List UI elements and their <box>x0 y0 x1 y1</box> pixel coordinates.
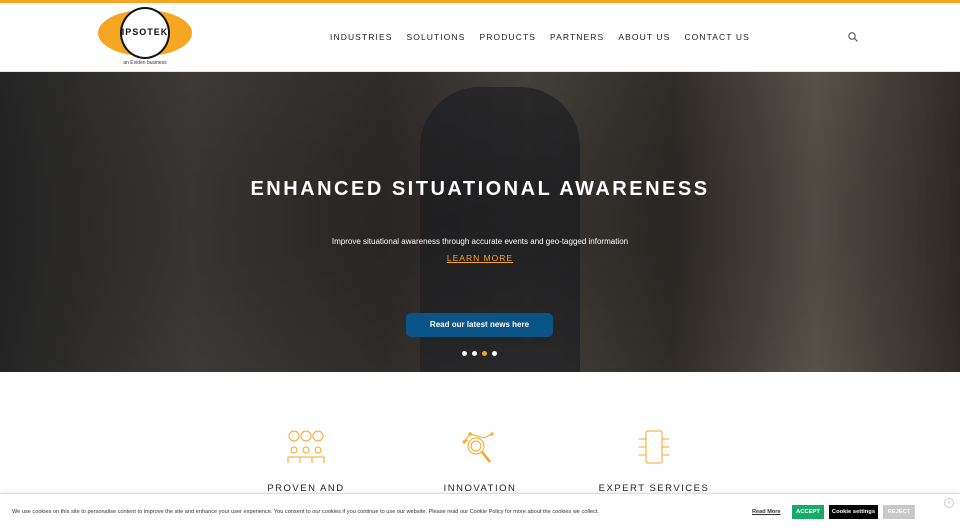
nav-solutions[interactable]: SOLUTIONS <box>406 32 465 42</box>
accept-button[interactable]: ACCEPT <box>792 505 824 519</box>
cookie-settings-button[interactable]: Cookie settings <box>829 505 878 519</box>
hero-description: Improve situational awareness through ac… <box>331 237 629 246</box>
reject-button[interactable]: REJECT <box>883 505 915 519</box>
read-more-link[interactable]: Read More <box>752 509 781 515</box>
slide-dot-3-active[interactable] <box>482 351 487 356</box>
slide-dot-2[interactable] <box>472 351 477 356</box>
ipsotek-logo[interactable]: IPSOTEK an Eviden business <box>98 7 192 69</box>
logo-text: IPSOTEK <box>121 27 169 37</box>
search-icon[interactable] <box>848 32 858 42</box>
nav-industries[interactable]: INDUSTRIES <box>330 32 392 42</box>
logo-subtitle: an Eviden business <box>123 60 167 66</box>
nav-contact-us[interactable]: CONTACT US <box>684 32 749 42</box>
latest-news-button[interactable]: Read our latest news here <box>406 313 553 337</box>
hero-slider: ENHANCED SITUATIONAL AWARENESS Improve s… <box>0 72 960 372</box>
slider-dots <box>462 351 497 356</box>
people-feedback-icon <box>287 430 325 463</box>
chip-icon <box>639 430 669 464</box>
main-nav: INDUSTRIES SOLUTIONS PRODUCTS PARTNERS A… <box>330 32 750 42</box>
cookie-message: We use cookies on this site to personali… <box>12 509 599 515</box>
nav-partners[interactable]: PARTNERS <box>550 32 604 42</box>
hero-title: ENHANCED SITUATIONAL AWARENESS <box>250 178 710 200</box>
nav-products[interactable]: PRODUCTS <box>480 32 537 42</box>
slide-dot-1[interactable] <box>462 351 467 356</box>
close-icon[interactable]: x <box>944 498 954 508</box>
nav-about-us[interactable]: ABOUT US <box>618 32 670 42</box>
learn-more-link[interactable]: LEARN MORE <box>447 253 513 263</box>
site-header: IPSOTEK an Eviden business INDUSTRIES SO… <box>0 3 960 72</box>
feature-proven: PROVEN AND <box>226 430 386 494</box>
feature-innovation: INNOVATION <box>400 430 560 494</box>
cookie-banner: We use cookies on this site to personali… <box>0 493 960 531</box>
magnifier-network-icon <box>462 432 494 463</box>
feature-expert-services: EXPERT SERVICES <box>574 430 734 494</box>
slide-dot-4[interactable] <box>492 351 497 356</box>
